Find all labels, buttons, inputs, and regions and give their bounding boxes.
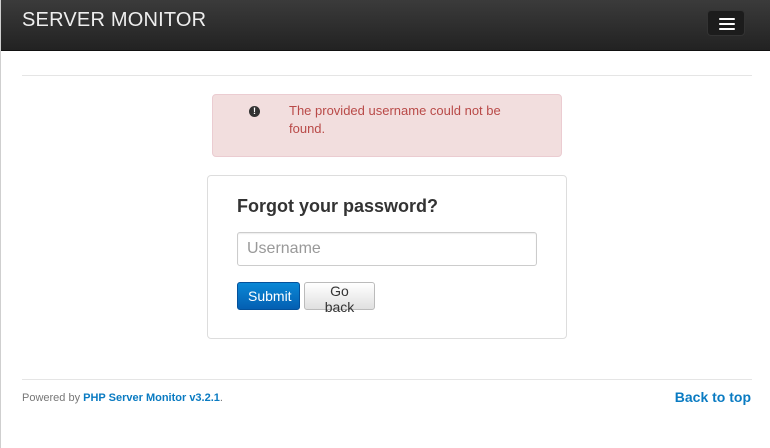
footer-period: . [219,392,223,404]
submit-button[interactable]: Submit [237,282,300,310]
divider [22,75,752,76]
panel-title: Forgot your password? [237,196,439,216]
menu-toggle-button[interactable] [707,10,745,36]
footer-credits: Powered by PHP Server Monitor v3.2.1. [22,392,223,404]
error-alert: ! The provided username could not be fou… [212,94,562,157]
alert-message: The provided username could not be found… [289,103,501,136]
back-to-top-link[interactable]: Back to top [675,389,751,405]
brand-title[interactable]: SERVER MONITOR [22,9,206,32]
forgot-password-panel: Forgot your password? Submit Go back [207,175,567,339]
exclamation-circle-icon: ! [249,106,260,117]
footer-divider [22,379,752,380]
navbar: SERVER MONITOR [1,0,770,51]
product-link[interactable]: PHP Server Monitor v3.2.1 [83,392,220,404]
username-input[interactable] [237,232,537,266]
go-back-button[interactable]: Go back [304,282,375,315]
powered-by-text: Powered by [22,392,81,404]
